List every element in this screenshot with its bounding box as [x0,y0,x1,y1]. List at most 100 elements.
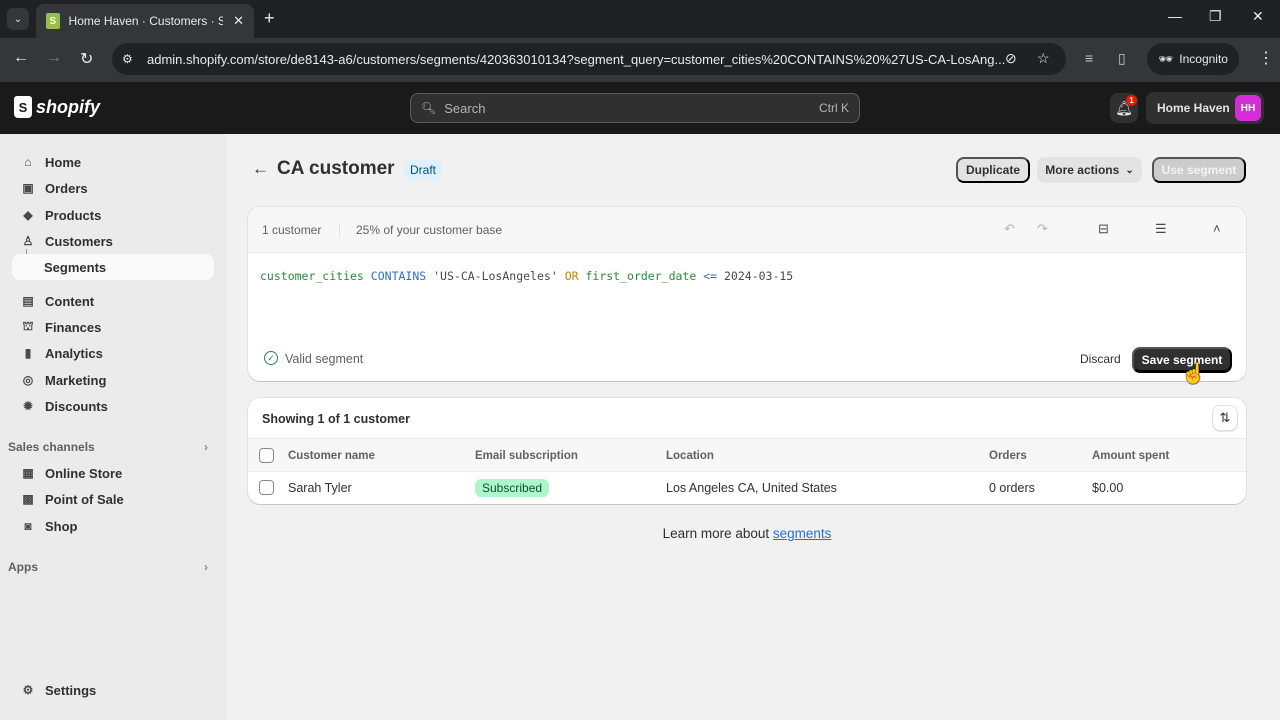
more-actions-label: More actions [1045,163,1120,177]
sidebar-item-label: Home [45,154,82,170]
segment-editor-card: 1 customer 25% of your customer base ↶ ↷… [248,207,1246,381]
search-shortcut: Ctrl K [819,101,849,115]
logo-text: shopify [36,96,101,117]
search-input[interactable]: 🔍︎ Search Ctrl K [410,93,860,123]
browser-menu-icon[interactable]: ⋮ [1258,48,1274,68]
customer-count: 1 customer [262,223,322,237]
templates-icon[interactable]: ⊟ [1098,221,1109,237]
sidebar-item-shop[interactable]: ◙ Shop [12,513,214,539]
chevron-right-icon: › [204,440,208,454]
pos-icon: ▩ [22,492,34,506]
sidebar-item-home[interactable]: ⌂ Home [12,149,214,175]
target-icon: ◎ [22,373,34,387]
sales-channels-header[interactable]: Sales channels › [8,440,208,454]
sidebar-item-customers[interactable]: ♙ Customers [12,228,214,254]
query-field: customer_cities [260,269,364,283]
collapse-chevron-up-icon[interactable]: ˄ [1213,221,1221,236]
apps-header[interactable]: Apps › [8,560,208,574]
customer-name[interactable]: Sarah Tyler [288,481,352,495]
person-icon: ♙ [22,234,34,248]
shopify-bag-icon: S [14,96,32,118]
column-header[interactable]: Orders [989,450,1027,462]
close-window-icon[interactable]: ✕ [1252,8,1264,25]
sidebar-item-products[interactable]: ◆ Products [12,202,214,228]
redo-icon[interactable]: ↷ [1037,221,1048,237]
sidebar-item-discounts[interactable]: ✹ Discounts [12,393,214,419]
query-field: first_order_date [585,269,697,283]
mouse-pointer-icon: ☝ [1181,363,1206,385]
notifications-button[interactable]: 🔔︎ 1 [1110,93,1138,123]
sidebar-item-analytics[interactable]: ▮ Analytics [12,340,214,366]
duplicate-button[interactable]: Duplicate [956,157,1030,183]
table-header: Customer name Email subscription Locatio… [248,438,1246,472]
shopify-favicon-icon: S [46,13,60,29]
bar-chart-icon: ▮ [24,346,32,360]
select-all-checkbox[interactable] [259,448,274,463]
more-actions-button[interactable]: More actions ⌄ [1037,157,1142,183]
sidebar-item-label: Shop [45,518,78,534]
sidebar-item-label: Marketing [45,372,107,388]
url-text[interactable]: admin.shopify.com/store/de8143-a6/custom… [147,52,1007,67]
column-header[interactable]: Customer name [288,450,375,462]
address-bar[interactable]: ⚙ admin.shopify.com/store/de8143-a6/cust… [112,43,1066,75]
browser-tab[interactable]: S Home Haven · Customers · Shopify ✕ [36,4,254,38]
sidebar-item-label: Finances [45,319,102,335]
sidebar-item-finances[interactable]: ⛫ Finances [12,314,214,340]
restore-icon[interactable]: ❐ [1209,8,1222,25]
media-controls-icon[interactable]: ≡ [1085,50,1093,66]
discard-button[interactable]: Discard [1080,352,1121,366]
use-segment-button[interactable]: Use segment [1152,157,1246,183]
sidebar-item-point-of-sale[interactable]: ▩ Point of Sale [12,486,214,512]
undo-icon[interactable]: ↶ [1004,221,1015,237]
new-tab-button[interactable]: + [264,8,275,29]
back-arrow-icon[interactable]: ← [252,159,269,179]
sidebar-item-label: Settings [45,682,97,698]
customer-results-card: Showing 1 of 1 customer ⇅ Customer name … [248,398,1246,504]
tab-search-button[interactable]: ⌄ [7,8,29,30]
sidebar-item-orders[interactable]: ▣ Orders [12,175,214,201]
sidebar-item-settings[interactable]: ⚙ Settings [12,677,214,703]
shopify-logo[interactable]: S shopify [14,96,100,118]
tab-close-icon[interactable]: ✕ [233,13,244,29]
status-badge: Draft [404,160,443,180]
store-menu-button[interactable]: Home Haven HH [1146,92,1264,124]
table-row[interactable]: Sarah Tyler Subscribed Los Angeles CA, U… [248,472,1246,504]
site-settings-icon[interactable]: ⚙ [122,52,142,66]
filter-icon[interactable]: ☰ [1155,221,1167,237]
segments-help-link[interactable]: segments [773,526,832,541]
search-placeholder: Search [444,100,486,116]
bookmark-star-icon[interactable]: ☆ [1037,50,1050,67]
segment-query-editor[interactable]: customer_cities CONTAINS 'US-CA-LosAngel… [260,269,793,283]
query-operator: CONTAINS [370,269,427,283]
sidebar-item-segments[interactable]: Segments [12,254,214,280]
column-header[interactable]: Location [666,450,714,462]
sidebar-item-online-store[interactable]: ▦ Online Store [12,460,214,486]
browser-toolbar: ← → ↻ ⚙ admin.shopify.com/store/de8143-a… [0,38,1280,82]
column-header[interactable]: Email subscription [475,450,578,462]
chevron-down-icon: ⌄ [1125,164,1134,176]
divider [339,223,340,237]
side-panel-icon[interactable]: ▯ [1118,50,1126,67]
check-circle-icon: ✓ [264,351,278,365]
incognito-indicator[interactable]: 🕶 Incognito [1147,43,1239,75]
shop-icon: ◙ [24,519,32,533]
sidebar-item-marketing[interactable]: ◎ Marketing [12,367,214,393]
back-icon[interactable]: ← [13,49,29,67]
column-header[interactable]: Amount spent [1092,450,1169,462]
row-checkbox[interactable] [259,480,274,495]
incognito-label: Incognito [1179,52,1228,66]
sidebar-item-label: Customers [45,233,113,249]
search-icon: 🔍︎ [421,101,437,115]
learn-more-text: Learn more about segments [226,526,1268,541]
validation-status: Valid segment [285,352,364,366]
forward-icon[interactable]: → [46,49,62,67]
customer-location: Los Angeles CA, United States [666,481,837,495]
sidebar-item-content[interactable]: ▤ Content [12,288,214,314]
minimize-icon[interactable]: — [1168,8,1182,24]
store-name: Home Haven [1157,101,1230,115]
avatar: HH [1235,95,1261,121]
sort-icon[interactable]: ⇅ [1212,405,1238,431]
apps-label: Apps [8,560,38,574]
eye-off-icon[interactable]: ⊘ [1005,50,1017,67]
reload-icon[interactable]: ↻ [80,49,93,69]
